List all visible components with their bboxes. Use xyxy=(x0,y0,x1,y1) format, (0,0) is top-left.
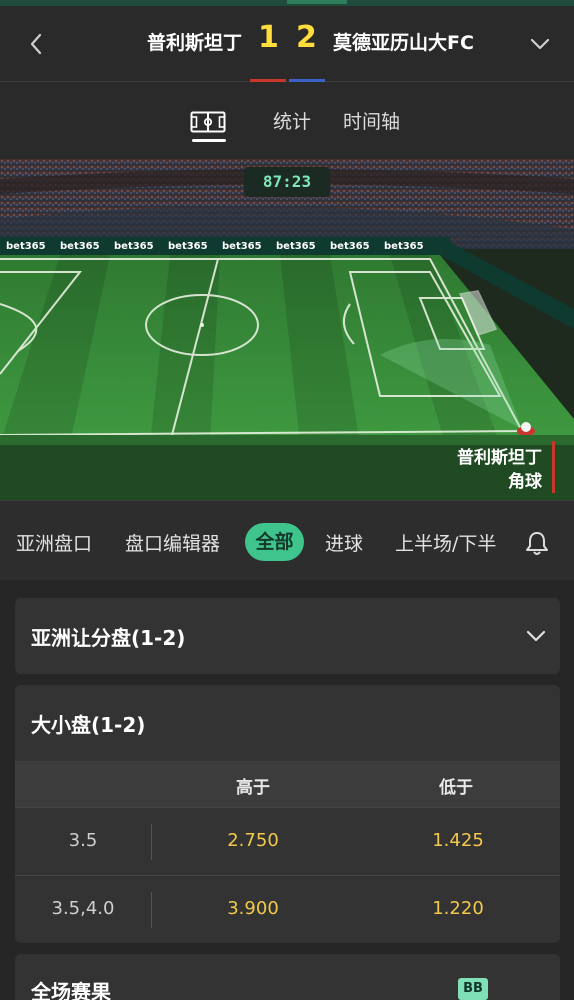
goal-line: 3.5 xyxy=(68,830,98,851)
market-over-under: 大小盘(1-2) 高于 低于 3.5 2.750 1.425 3.5,4.0 3… xyxy=(15,685,560,943)
odds-under[interactable]: 1.425 xyxy=(398,830,518,851)
svg-text:bet365: bet365 xyxy=(384,241,424,252)
event-type-label: 角球 xyxy=(508,472,542,492)
odds-row: 3.5 2.750 1.425 xyxy=(15,807,560,875)
event-team-color-bar xyxy=(552,441,555,493)
svg-text:bet365: bet365 xyxy=(114,241,154,252)
svg-text:bet365: bet365 xyxy=(222,241,262,252)
svg-text:bet365: bet365 xyxy=(6,241,46,252)
filter-all[interactable]: 全部 xyxy=(245,523,304,561)
filter-asian-lines[interactable]: 亚洲盘口 xyxy=(16,529,92,556)
bet-builder-badge: BB xyxy=(458,978,488,1000)
odds-over[interactable]: 3.900 xyxy=(193,898,313,919)
divider xyxy=(151,892,152,928)
home-color-bar xyxy=(250,79,286,82)
filter-goals[interactable]: 进球 xyxy=(325,529,363,556)
column-under: 低于 xyxy=(439,778,473,798)
odds-over[interactable]: 2.750 xyxy=(193,830,313,851)
filter-half[interactable]: 上半场/下半 xyxy=(395,529,496,556)
market-full-time-result[interactable]: 全场赛果 BB xyxy=(15,954,560,1000)
active-tab-indicator xyxy=(192,139,226,142)
match-clock: 87:23 xyxy=(244,167,330,197)
svg-text:bet365: bet365 xyxy=(276,241,316,252)
market-title: 全场赛果 xyxy=(31,980,111,1000)
home-score: 1 xyxy=(258,20,279,55)
odds-row: 3.5,4.0 3.900 1.220 xyxy=(15,875,560,943)
markets-list: 亚洲让分盘(1-2) 大小盘(1-2) 高于 低于 3.5 2.750 1.42… xyxy=(0,580,574,1000)
odds-header-row: 高于 低于 xyxy=(15,761,560,807)
live-pitch-view: bet365 bet365 bet365 bet365 bet365 bet36… xyxy=(0,159,574,500)
odds-under[interactable]: 1.220 xyxy=(398,898,518,919)
tab-timeline[interactable]: 时间轴 xyxy=(343,107,400,134)
market-title: 大小盘(1-2) xyxy=(31,713,146,737)
filter-bet-editor[interactable]: 盘口编辑器 xyxy=(125,529,220,556)
expand-chevron-icon[interactable] xyxy=(525,628,547,642)
market-filter-bar: 亚洲盘口 盘口编辑器 全部 进球 上半场/下半 xyxy=(0,500,574,580)
away-color-bar xyxy=(289,79,325,82)
market-title: 亚洲让分盘(1-2) xyxy=(31,626,186,650)
away-score: 2 xyxy=(296,20,317,55)
chevron-down-icon[interactable] xyxy=(528,36,552,52)
svg-text:bet365: bet365 xyxy=(60,241,100,252)
divider xyxy=(151,824,152,860)
away-team-name: 莫德亚历山大FC xyxy=(333,32,474,54)
match-header: 普利斯坦丁 1 2 莫德亚历山大FC xyxy=(0,6,574,82)
home-team-name: 普利斯坦丁 xyxy=(146,32,242,54)
svg-text:bet365: bet365 xyxy=(168,241,208,252)
pitch-icon[interactable] xyxy=(190,111,226,133)
svg-text:bet365: bet365 xyxy=(330,241,370,252)
back-chevron-icon[interactable] xyxy=(26,30,48,58)
goal-line: 3.5,4.0 xyxy=(51,898,115,919)
bell-icon[interactable] xyxy=(524,529,550,557)
view-tabs: 统计 时间轴 xyxy=(0,83,574,159)
market-asian-handicap[interactable]: 亚洲让分盘(1-2) xyxy=(15,598,560,674)
column-over: 高于 xyxy=(236,778,270,798)
event-team-name: 普利斯坦丁 xyxy=(457,448,542,468)
tab-stats[interactable]: 统计 xyxy=(273,107,311,134)
